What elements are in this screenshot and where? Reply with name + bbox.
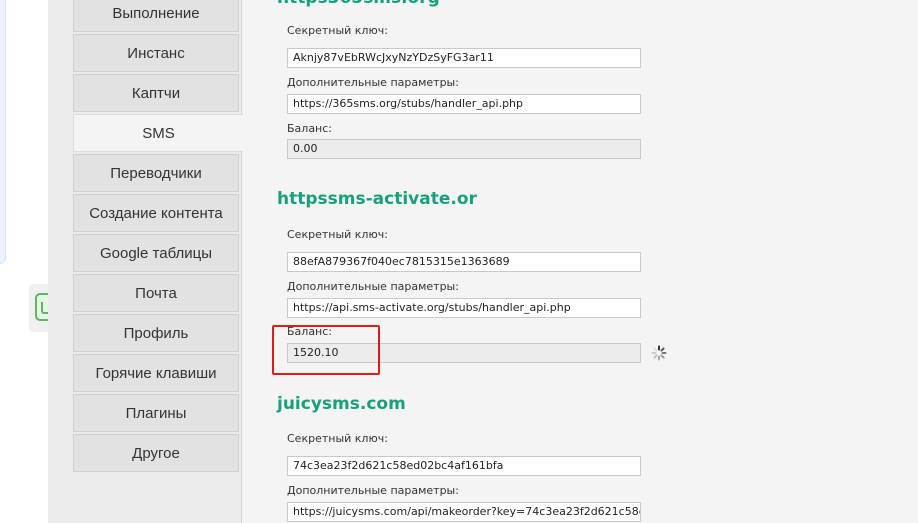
secret-key-label: Секретный ключ: xyxy=(287,24,388,37)
balance-label: Баланс: xyxy=(287,122,333,135)
extra-params-input[interactable]: https://365sms.org/stubs/handler_api.php xyxy=(287,94,641,114)
extra-params-input[interactable]: https://api.sms-activate.org/stubs/handl… xyxy=(287,298,641,318)
nav-item-hotkeys[interactable]: Горячие клавиши xyxy=(73,354,239,392)
secret-key-input[interactable]: 74c3ea23f2d621c58ed02bc4af161bfa xyxy=(287,456,641,476)
secret-key-label: Секретный ключ: xyxy=(287,228,388,241)
balance-field: 0.00 xyxy=(287,139,641,159)
nav-item-mail[interactable]: Почта xyxy=(73,274,239,312)
secret-key-input[interactable]: Aknjy87vEbRWcJxyNzYDzSyFG3ar11 xyxy=(287,48,641,68)
nav-item-captcha[interactable]: Каптчи xyxy=(73,74,239,112)
loading-spinner-icon xyxy=(651,345,667,361)
nav-item-instance[interactable]: Инстанс xyxy=(73,34,239,72)
nav-item-plugins[interactable]: Плагины xyxy=(73,394,239,432)
extra-params-input[interactable]: https://juicysms.com/api/makeorder?key=7… xyxy=(287,502,641,522)
secret-key-input[interactable]: 88efA879367f040ec7815315e1363689 xyxy=(287,252,641,272)
nav-item-profile[interactable]: Профиль xyxy=(73,314,239,352)
service-title: juicysms.com xyxy=(277,394,406,414)
extra-params-label: Дополнительные параметры: xyxy=(287,76,459,89)
extra-params-label: Дополнительные параметры: xyxy=(287,280,459,293)
secret-key-label: Секретный ключ: xyxy=(287,432,388,445)
extra-params-label: Дополнительные параметры: xyxy=(287,484,459,497)
left-edge-panel xyxy=(0,0,6,264)
service-title: httpssms-activate.or xyxy=(277,189,477,209)
nav-item-google-sheets[interactable]: Google таблицы xyxy=(73,234,239,272)
nav-item-sms[interactable]: SMS xyxy=(73,114,243,152)
nav-item-other[interactable]: Другое xyxy=(73,434,239,472)
nav-item-execution[interactable]: Выполнение xyxy=(73,0,239,32)
balance-highlight-box xyxy=(272,325,380,375)
nav-item-content-creation[interactable]: Создание контента xyxy=(73,194,239,232)
service-title: https365sms.org xyxy=(277,0,440,8)
nav-item-translators[interactable]: Переводчики xyxy=(73,154,239,192)
